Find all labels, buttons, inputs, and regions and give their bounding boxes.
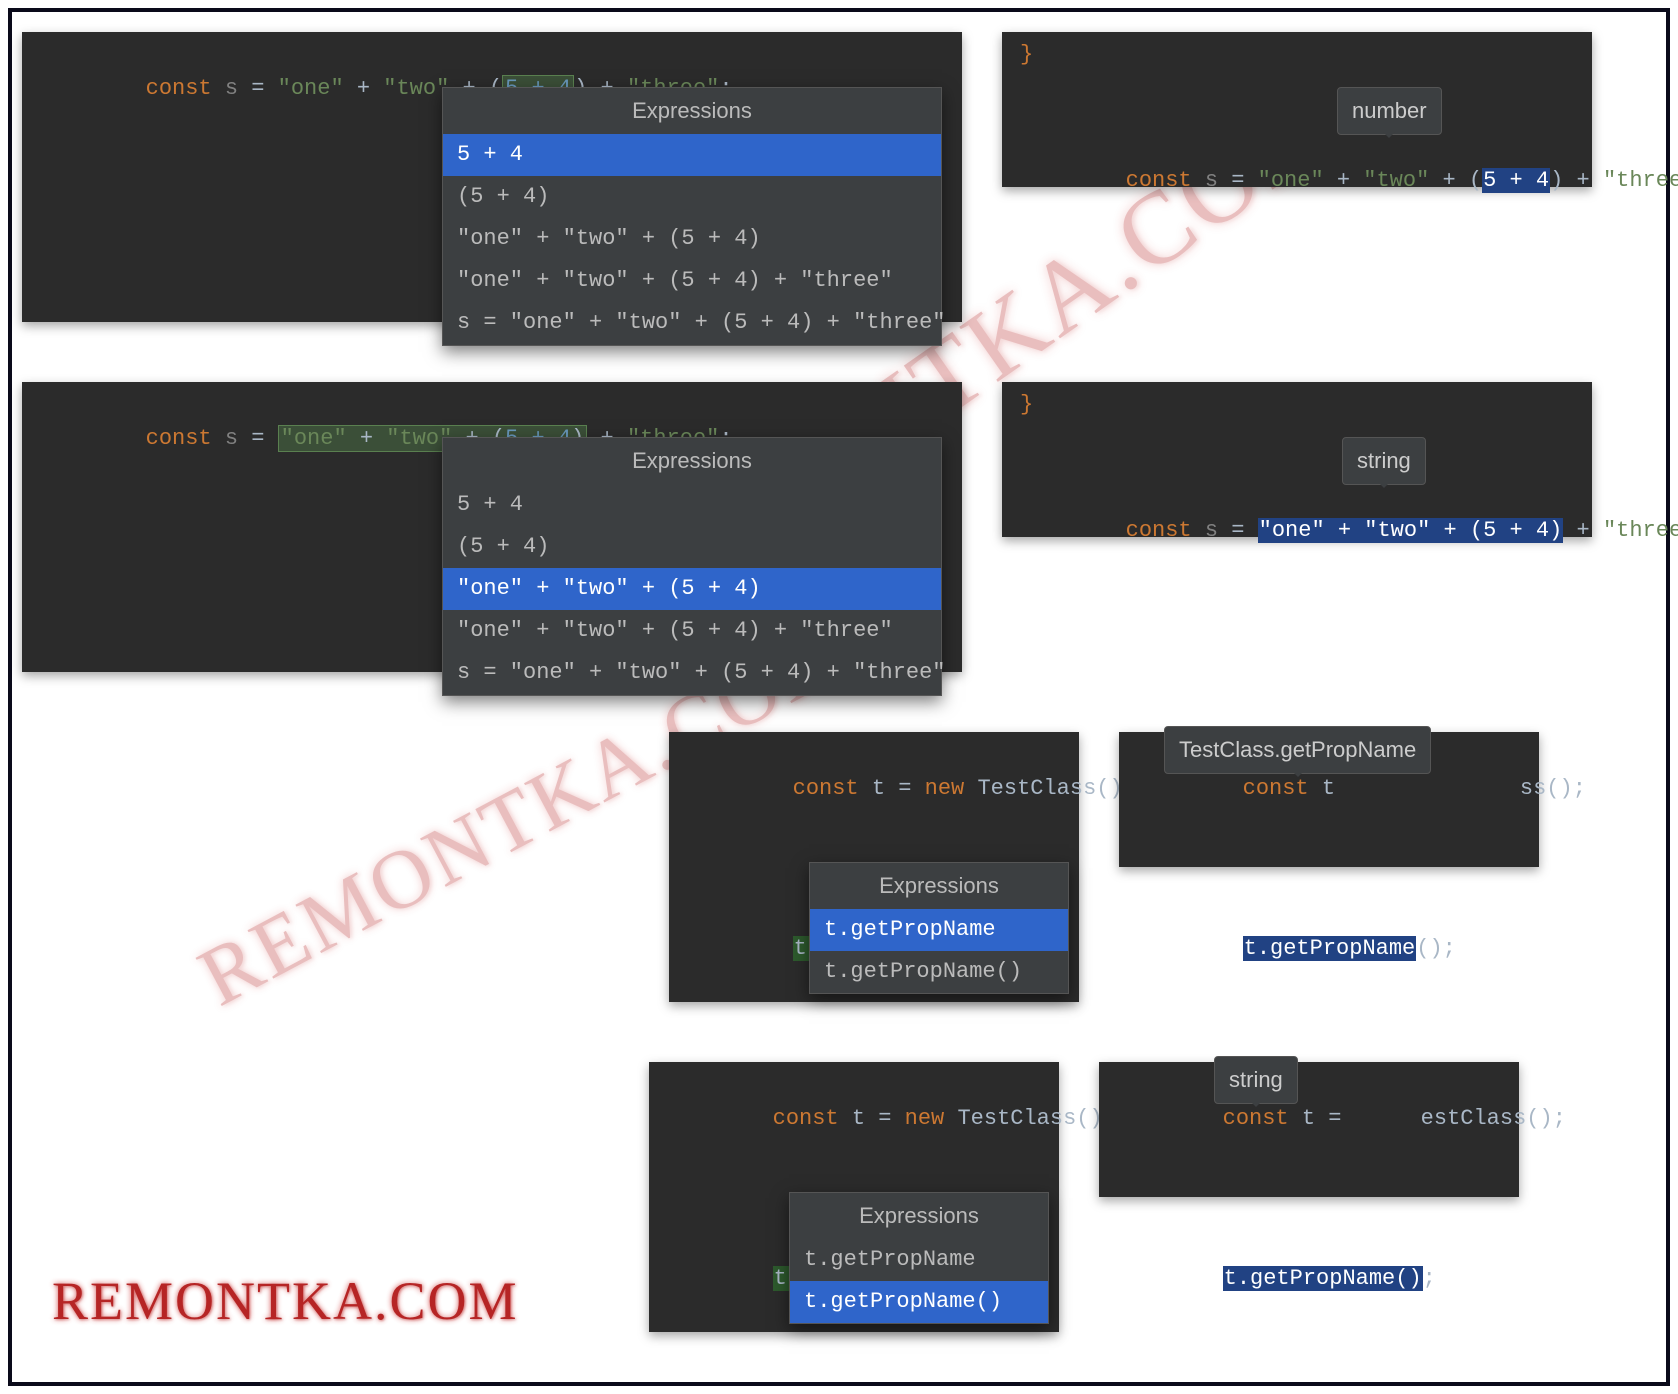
expressions-popup[interactable]: Expressions t.getPropName t.getPropName(… — [809, 862, 1069, 994]
popup-item[interactable]: (5 + 4) — [443, 176, 941, 218]
editor-panel-2[interactable]: } const s = "one" + "two" + (5 + 4) + "t… — [1002, 32, 1592, 187]
editor-panel-4[interactable]: } const s = "one" + "two" + (5 + 4) + "t… — [1002, 382, 1592, 537]
type-tooltip-number: number — [1337, 87, 1442, 135]
popup-item[interactable]: (5 + 4) — [443, 526, 941, 568]
selected-expr: t.getPropName — [1243, 936, 1417, 961]
popup-item[interactable]: s = "one" + "two" + (5 + 4) + "three" — [443, 302, 941, 344]
popup-item[interactable]: "one" + "two" + (5 + 4) + "three" — [443, 610, 941, 652]
popup-item[interactable]: "one" + "two" + (5 + 4) — [443, 218, 941, 260]
popup-item[interactable]: 5 + 4 — [443, 484, 941, 526]
keyword-const: const — [146, 76, 212, 101]
popup-item[interactable]: "one" + "two" + (5 + 4) + "three" — [443, 260, 941, 302]
editor-panel-1[interactable]: const s = "one" + "two" + (5 + 4) + "thr… — [22, 32, 962, 322]
expressions-popup[interactable]: Expressions 5 + 4 (5 + 4) "one" + "two" … — [442, 87, 942, 346]
popup-item[interactable]: t.getPropName — [810, 909, 1068, 951]
popup-item[interactable]: "one" + "two" + (5 + 4) — [443, 568, 941, 610]
code-line: } — [1002, 32, 1592, 78]
selected-expr: t.getPropName() — [1223, 1266, 1423, 1291]
type-tooltip-string: string — [1342, 437, 1426, 485]
popup-item[interactable]: t.getPropName() — [810, 951, 1068, 993]
code-line: const t = new TestClass(); — [669, 732, 1079, 846]
var-s: s — [225, 76, 238, 101]
editor-panel-8[interactable]: const t = new TestClass(); t.getPropName… — [1099, 1062, 1519, 1197]
code-line: const s = "one" + "two" + (5 + 4) + "thr… — [1002, 474, 1592, 588]
popup-title: Expressions — [790, 1193, 1048, 1239]
popup-title: Expressions — [443, 88, 941, 134]
expressions-popup[interactable]: Expressions t.getPropName t.getPropName(… — [789, 1192, 1049, 1324]
expressions-popup[interactable]: Expressions 5 + 4 (5 + 4) "one" + "two" … — [442, 437, 942, 696]
editor-panel-6[interactable]: const t = new TestClass(); t.getPropName… — [1119, 732, 1539, 867]
popup-item[interactable]: t.getPropName — [790, 1239, 1048, 1281]
editor-panel-3[interactable]: const s = "one" + "two" + (5 + 4) + "thr… — [22, 382, 962, 672]
type-tooltip-string: string — [1214, 1056, 1298, 1104]
code-line: const s = "one" + "two" + (5 + 4) + "thr… — [1002, 124, 1592, 238]
popup-title: Expressions — [810, 863, 1068, 909]
popup-title: Expressions — [443, 438, 941, 484]
popup-item[interactable]: 5 + 4 — [443, 134, 941, 176]
editor-panel-7[interactable]: const t = new TestClass(); t.getPropName… — [649, 1062, 1059, 1332]
popup-item[interactable]: t.getPropName() — [790, 1281, 1048, 1323]
editor-panel-5[interactable]: const t = new TestClass(); t.getPropName… — [669, 732, 1079, 1002]
popup-item[interactable]: s = "one" + "two" + (5 + 4) + "three" — [443, 652, 941, 694]
selected-expr: "one" + "two" + (5 + 4) — [1258, 518, 1564, 543]
selected-expr: 5 + 4 — [1482, 168, 1550, 193]
type-tooltip-testclass: TestClass.getPropName — [1164, 726, 1431, 774]
